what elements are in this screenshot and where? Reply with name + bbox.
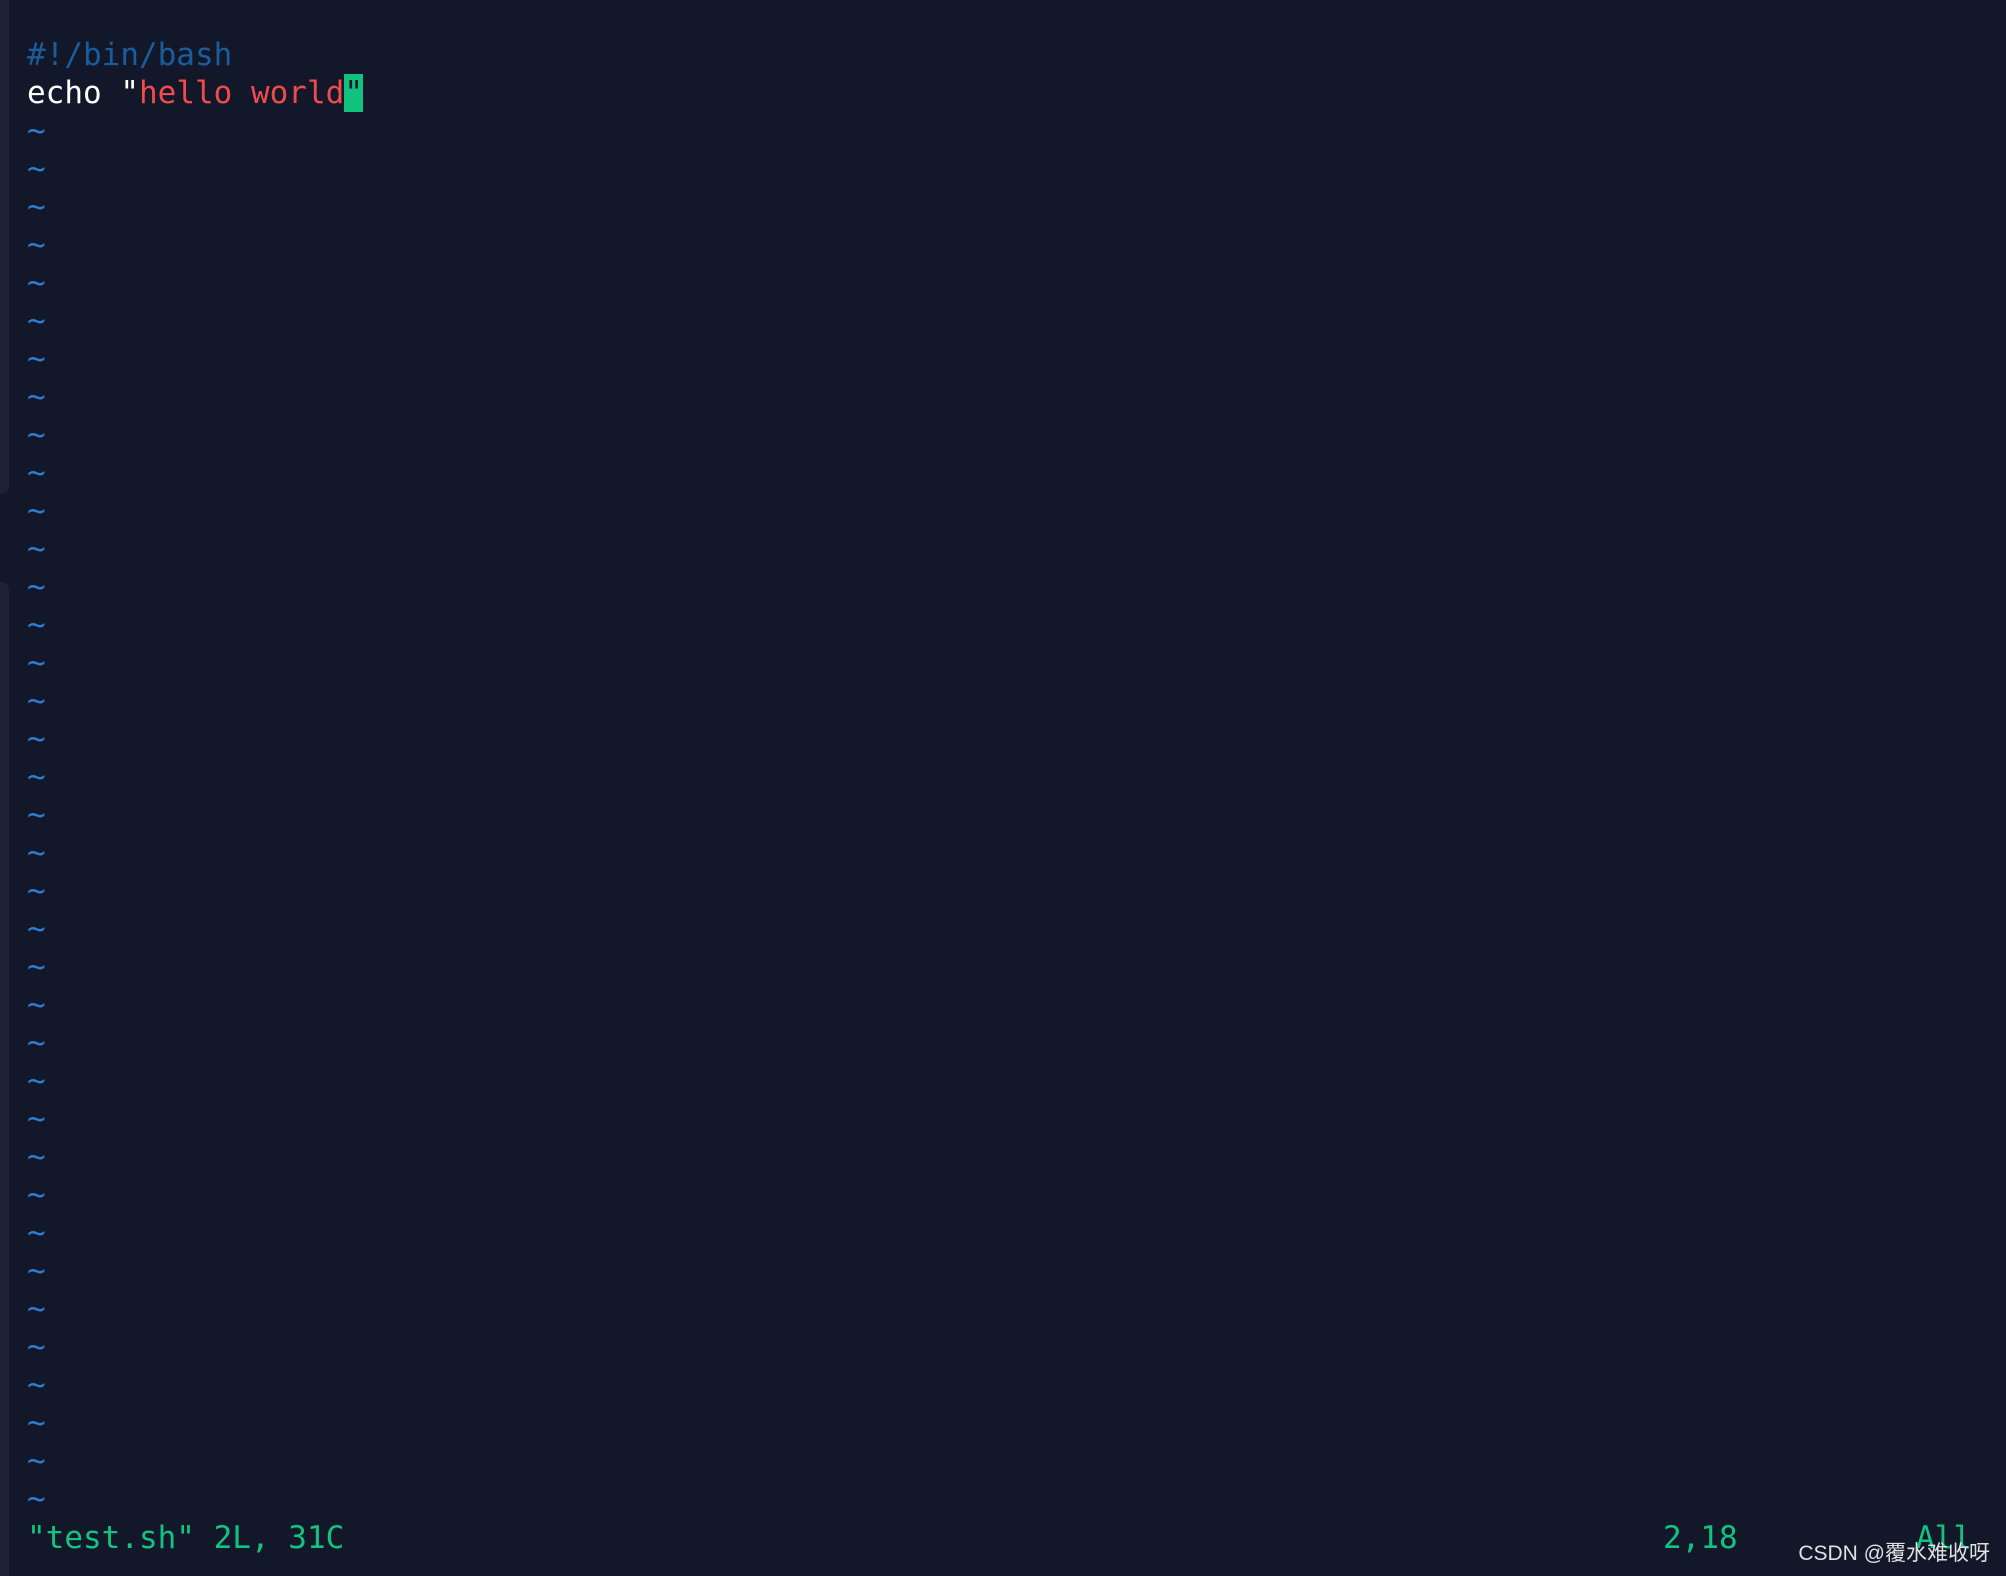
empty-line-marker: ~ bbox=[27, 227, 46, 263]
empty-line-marker: ~ bbox=[27, 341, 46, 377]
empty-line-marker: ~ bbox=[27, 1291, 46, 1327]
empty-line-marker: ~ bbox=[27, 797, 46, 833]
empty-line-marker: ~ bbox=[27, 265, 46, 301]
empty-line-marker: ~ bbox=[27, 683, 46, 719]
empty-line-marker: ~ bbox=[27, 531, 46, 567]
empty-line-marker: ~ bbox=[27, 1405, 46, 1441]
empty-lines: ~ ~ ~ ~ ~ ~ ~ ~ ~ ~ ~ ~ ~ ~ ~ ~ ~ ~ ~ ~ ~ ~ ~ ~ ~ ~ ~ ~ ~ ~ ~ ~ ~ ~ ~ ~ ~ bbox=[27, 112, 363, 1518]
empty-line-marker: ~ bbox=[27, 1253, 46, 1289]
empty-line-marker: ~ bbox=[27, 1367, 46, 1403]
empty-line-marker: ~ bbox=[27, 1101, 46, 1137]
string-quote-open: " bbox=[120, 75, 139, 111]
empty-line-marker: ~ bbox=[27, 493, 46, 529]
empty-line-marker: ~ bbox=[27, 1025, 46, 1061]
empty-line-marker: ~ bbox=[27, 189, 46, 225]
shebang-comment: #!/bin/bash bbox=[27, 37, 233, 73]
window-edge bbox=[0, 582, 9, 1576]
file-info-message: "test.sh" 2L, 31C bbox=[27, 1520, 345, 1556]
terminal-window[interactable]: #!/bin/bash echo "hello world" ~ ~ ~ ~ ~ ~ ~ ~ ~… bbox=[0, 0, 2006, 1576]
empty-line-marker: ~ bbox=[27, 569, 46, 605]
empty-line-marker: ~ bbox=[27, 303, 46, 339]
empty-line-marker: ~ bbox=[27, 1443, 46, 1479]
buffer-line-1: #!/bin/bash bbox=[27, 36, 363, 74]
window-edge bbox=[0, 0, 9, 494]
empty-line-marker: ~ bbox=[27, 455, 46, 491]
empty-line-marker: ~ bbox=[27, 759, 46, 795]
cursor-position: 2,18 bbox=[1663, 1520, 1738, 1556]
empty-line-marker: ~ bbox=[27, 151, 46, 187]
empty-line-marker: ~ bbox=[27, 379, 46, 415]
empty-line-marker: ~ bbox=[27, 987, 46, 1023]
empty-line-marker: ~ bbox=[27, 1177, 46, 1213]
empty-line-marker: ~ bbox=[27, 949, 46, 985]
empty-line-marker: ~ bbox=[27, 873, 46, 909]
empty-line-marker: ~ bbox=[27, 1063, 46, 1099]
vim-statusline: "test.sh" 2L, 31C 2,18 All bbox=[27, 1519, 1985, 1557]
string-literal: hello world bbox=[139, 75, 345, 111]
empty-line-marker: ~ bbox=[27, 911, 46, 947]
empty-line-marker: ~ bbox=[27, 417, 46, 453]
watermark: CSDN @覆水难收呀 bbox=[1798, 1542, 1990, 1565]
echo-command: echo bbox=[27, 75, 121, 111]
empty-line-marker: ~ bbox=[27, 1481, 46, 1517]
empty-line-marker: ~ bbox=[27, 1329, 46, 1365]
empty-line-marker: ~ bbox=[27, 721, 46, 757]
empty-line-marker: ~ bbox=[27, 645, 46, 681]
vim-buffer[interactable]: #!/bin/bash echo "hello world" ~ ~ ~ ~ ~ ~ ~ ~ ~… bbox=[27, 36, 363, 1518]
empty-line-marker: ~ bbox=[27, 113, 46, 149]
buffer-line-2: echo "hello world" bbox=[27, 74, 363, 112]
empty-line-marker: ~ bbox=[27, 1215, 46, 1251]
empty-line-marker: ~ bbox=[27, 607, 46, 643]
text-cursor: " bbox=[344, 74, 363, 112]
empty-line-marker: ~ bbox=[27, 835, 46, 871]
empty-line-marker: ~ bbox=[27, 1139, 46, 1175]
